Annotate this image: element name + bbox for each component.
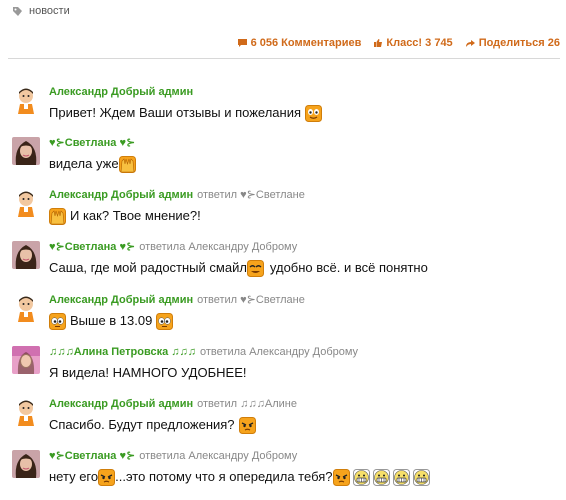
comment-icon bbox=[237, 39, 247, 47]
avatar[interactable] bbox=[12, 241, 40, 269]
comment-text-part: Я видела! НАМНОГО УДОБНЕЕ! bbox=[49, 365, 247, 380]
grin-icon bbox=[393, 469, 410, 486]
comment-text-part: нету его bbox=[49, 469, 99, 484]
smiley-icon bbox=[239, 417, 256, 434]
comments-count: 6 056 Комментариев bbox=[250, 37, 362, 49]
reply-to: ответил ♥⊱Светлане bbox=[197, 294, 305, 306]
avatar[interactable] bbox=[12, 398, 40, 426]
smiley-icon bbox=[156, 313, 173, 330]
post-actions-bar: 6 056 Комментариев Класс! 3 745 Поделить… bbox=[8, 36, 560, 50]
comment-text-part: удобно всё. и всё понятно bbox=[269, 260, 428, 275]
comment-text-part: Саша, где мой радостный смайл bbox=[49, 260, 247, 275]
comment-author[interactable]: ♥⊱Светлана ♥⊱ bbox=[49, 137, 135, 149]
comment-text: Я видела! НАМНОГО УДОБНЕЕ! bbox=[49, 364, 246, 382]
tag-icon bbox=[12, 6, 23, 17]
avatar[interactable] bbox=[12, 346, 40, 374]
comment-text: Саша, где мой радостный смайл удобно всё.… bbox=[49, 259, 428, 277]
avatar[interactable] bbox=[12, 137, 40, 165]
comment-author[interactable]: Александр Добрый админ bbox=[49, 86, 193, 98]
comment-text: Спасибо. Будут предложения? bbox=[49, 416, 256, 434]
smiley-icon bbox=[305, 105, 322, 122]
comment-text: И как? Твое мнение?! bbox=[49, 207, 201, 225]
grin-icon bbox=[373, 469, 390, 486]
avatar[interactable] bbox=[12, 86, 40, 114]
reply-to: ответил ♫♫♫Алине bbox=[197, 398, 297, 410]
smiley-icon bbox=[49, 208, 66, 225]
reply-to: ответил ♥⊱Светлане bbox=[197, 189, 305, 201]
comment-text: Выше в 13.09 bbox=[49, 312, 173, 330]
reply-to: ответила Александру Доброму bbox=[139, 450, 298, 462]
smiley-icon bbox=[98, 469, 115, 486]
avatar[interactable] bbox=[12, 450, 40, 478]
reply-to: ответила Александру Доброму bbox=[200, 346, 359, 358]
comment-author[interactable]: Александр Добрый админ bbox=[49, 189, 193, 201]
divider bbox=[8, 58, 560, 59]
comment-author[interactable]: ♥⊱Светлана ♥⊱ bbox=[49, 450, 135, 462]
comment-text-part: Спасибо. Будут предложения? bbox=[49, 417, 235, 432]
thumbs-up-icon bbox=[374, 39, 383, 47]
likes-count: Класс! 3 745 bbox=[386, 37, 453, 49]
comment-text: Привет! Ждем Ваши отзывы и пожелания bbox=[49, 104, 322, 122]
avatar[interactable] bbox=[12, 294, 40, 322]
comment-text: нету его ...это потому что я опередила те… bbox=[49, 468, 430, 486]
comment-author[interactable]: ♫♫♫Алина Петровска ♫♫♫ bbox=[49, 346, 196, 358]
share-icon bbox=[465, 40, 475, 47]
comment-text-part: ...это потому что я опередила тебя? bbox=[115, 469, 333, 484]
comment-text: видела уже bbox=[49, 155, 136, 173]
comment-text-part: И как? Твое мнение?! bbox=[70, 208, 201, 223]
comment-author[interactable]: Александр Добрый админ bbox=[49, 398, 193, 410]
reply-to: ответила Александру Доброму bbox=[139, 241, 298, 253]
grin-icon bbox=[413, 469, 430, 486]
like-button[interactable]: Класс! 3 745 bbox=[373, 37, 453, 49]
comment-text-part: Привет! Ждем Ваши отзывы и пожелания bbox=[49, 105, 301, 120]
share-button[interactable]: Поделиться 26 bbox=[465, 37, 560, 49]
smiley-icon bbox=[247, 260, 264, 277]
smiley-icon bbox=[119, 156, 136, 173]
grin-icon bbox=[353, 469, 370, 486]
comment-text-part: видела уже bbox=[49, 156, 119, 171]
smiley-icon bbox=[49, 313, 66, 330]
share-count: Поделиться 26 bbox=[478, 37, 560, 49]
tag-label: новости bbox=[29, 5, 70, 17]
comment-author[interactable]: Александр Добрый админ bbox=[49, 294, 193, 306]
comments-button[interactable]: 6 056 Комментариев bbox=[237, 37, 362, 49]
comment-text-part: Выше в 13.09 bbox=[70, 313, 153, 328]
comment-author[interactable]: ♥⊱Светлана ♥⊱ bbox=[49, 241, 135, 253]
avatar[interactable] bbox=[12, 189, 40, 217]
smiley-icon bbox=[333, 469, 350, 486]
news-tag[interactable]: новости bbox=[12, 4, 70, 18]
